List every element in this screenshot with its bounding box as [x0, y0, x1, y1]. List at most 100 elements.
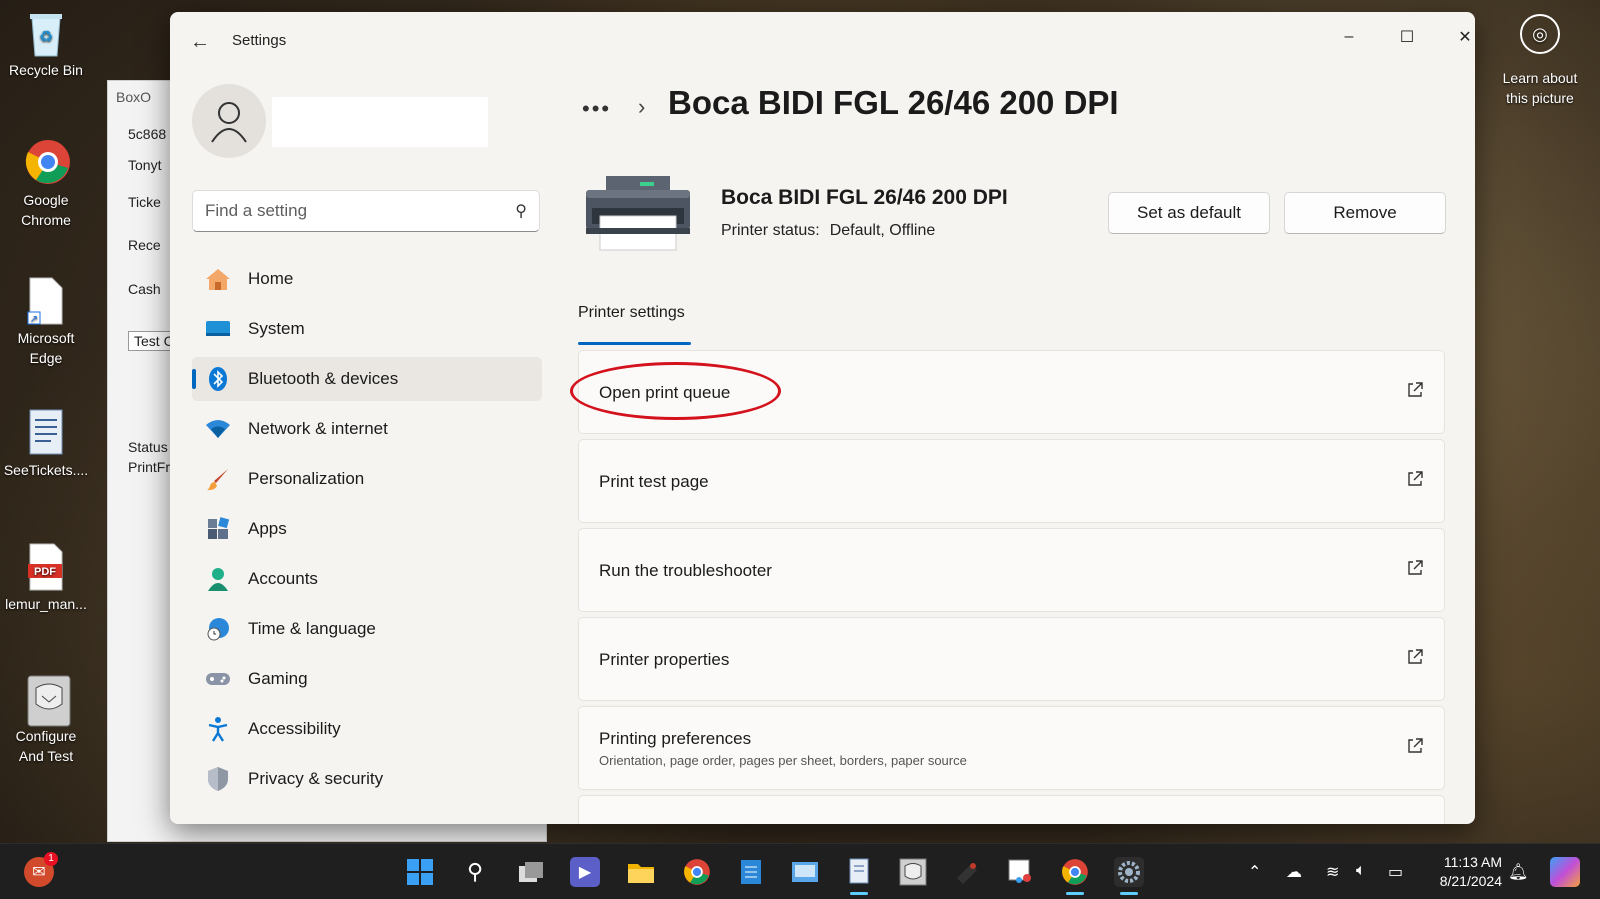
title-bar: ← Settings – ☐ ✕: [170, 12, 1475, 68]
sidebar-item-label: System: [248, 319, 305, 338]
maximize-button[interactable]: ☐: [1384, 22, 1430, 52]
desktop-icon-seetickets[interactable]: SeeTickets....: [2, 408, 90, 480]
app-title: Settings: [232, 32, 287, 49]
pdf-icon: PDF: [24, 542, 68, 591]
system-icon: [204, 315, 232, 343]
desktop-icon-label: lemur_man...: [5, 596, 87, 612]
running-indicator: [850, 892, 868, 895]
recycle-bin-icon: ♻: [24, 8, 68, 57]
battery-icon[interactable]: ▭: [1388, 862, 1403, 882]
desktop-icon-label: Google Chrome: [21, 192, 71, 228]
open-print-queue-item[interactable]: Open print queue: [570, 350, 1445, 434]
sidebar-item-privacy[interactable]: Privacy & security: [192, 757, 542, 801]
svg-text:PDF: PDF: [34, 566, 56, 578]
chrome-taskbar-icon[interactable]: [682, 857, 712, 887]
background-row: Cash: [128, 281, 161, 297]
volume-icon[interactable]: 🔈︎: [1356, 862, 1366, 880]
file-explorer-icon[interactable]: [626, 857, 656, 887]
apps-icon: [204, 515, 232, 543]
background-window-title: BoxO: [116, 89, 152, 105]
notepad-icon[interactable]: [736, 857, 766, 887]
edge-shortcut-icon: ↗: [24, 276, 68, 325]
desktop-icon-recycle-bin[interactable]: ♻ Recycle Bin: [2, 8, 90, 80]
breadcrumb-more-button[interactable]: •••: [582, 96, 611, 122]
sidebar-item-system[interactable]: System: [192, 307, 542, 351]
bell-icon[interactable]: 🔔︎: [1508, 862, 1528, 882]
desktop-icon-chrome[interactable]: Google Chrome: [2, 138, 90, 230]
accounts-icon: [204, 565, 232, 593]
close-button[interactable]: ✕: [1442, 22, 1475, 52]
open-external-icon: [1408, 560, 1423, 575]
search-box[interactable]: ⚲: [192, 190, 540, 232]
settings-taskbar-icon[interactable]: [1114, 857, 1144, 887]
desktop-icon-pdf[interactable]: PDF lemur_man...: [2, 542, 90, 614]
chevron-up-icon[interactable]: ⌃: [1248, 862, 1261, 882]
sidebar-item-bluetooth-devices[interactable]: Bluetooth & devices: [192, 357, 542, 401]
tab-printer-settings[interactable]: Printer settings: [578, 304, 685, 322]
background-row: Tonyt: [128, 157, 162, 173]
avatar[interactable]: [192, 84, 266, 158]
task-view-icon[interactable]: [516, 857, 546, 887]
onedrive-icon[interactable]: ☁: [1286, 862, 1302, 882]
sidebar-item-gaming[interactable]: Gaming: [192, 657, 542, 701]
sidebar-item-time-language[interactable]: Time & language: [192, 607, 542, 651]
teams-icon[interactable]: ▶: [570, 857, 600, 887]
tool-icon[interactable]: [952, 857, 982, 887]
sidebar-item-accounts[interactable]: Accounts: [192, 557, 542, 601]
account-name-box: [272, 97, 488, 147]
clock-time: 11:13 AM: [1443, 854, 1502, 870]
printer-status-value: Default, Offline: [829, 222, 936, 239]
list-item-label: Printing preferences: [599, 729, 752, 748]
sidebar-item-accessibility[interactable]: Accessibility: [192, 707, 542, 751]
back-button[interactable]: ←: [186, 28, 214, 56]
minimize-button[interactable]: –: [1326, 22, 1372, 52]
shield-icon: [204, 765, 232, 793]
printer-properties-item[interactable]: Printer properties: [578, 617, 1445, 701]
wifi-tray-icon[interactable]: ≋: [1326, 862, 1339, 882]
desktop-icon-edge[interactable]: ↗ Microsoft Edge: [2, 276, 90, 368]
sidebar-item-network[interactable]: Network & internet: [192, 407, 542, 451]
sidebar-item-home[interactable]: Home: [192, 257, 542, 301]
list-item-description: Orientation, page order, pages per sheet…: [599, 753, 967, 768]
desktop-icon-configure[interactable]: Configure And Test: [2, 674, 90, 766]
run-troubleshooter-item[interactable]: Run the troubleshooter: [578, 528, 1445, 612]
notification-badge: 1: [44, 852, 58, 866]
copilot-icon[interactable]: [1550, 857, 1580, 887]
printing-preferences-item[interactable]: Printing preferences Orientation, page o…: [578, 706, 1445, 790]
active-app-indicator: [1120, 892, 1138, 895]
print-test-page-item[interactable]: Print test page: [578, 439, 1445, 523]
background-row: PrintFr: [128, 459, 170, 475]
chevron-right-icon: ›: [638, 94, 646, 119]
open-external-icon: [1408, 738, 1423, 753]
list-item-label: Print test page: [599, 472, 709, 491]
printer-name: Boca BIDI FGL 26/46 200 DPI: [721, 186, 1008, 209]
set-as-default-button[interactable]: Set as default: [1108, 192, 1270, 234]
learn-about-picture[interactable]: ◎ Learn about this picture: [1490, 14, 1590, 108]
desktop-icon-label: SeeTickets....: [3, 462, 89, 478]
configure-taskbar-icon[interactable]: [898, 857, 928, 887]
sidebar-item-personalization[interactable]: Personalization: [192, 457, 542, 501]
bluetooth-icon: [204, 365, 232, 393]
clock[interactable]: 11:13 AM 8/21/2024: [1440, 853, 1502, 891]
search-input[interactable]: [205, 200, 495, 222]
sidebar-item-label: Network & internet: [248, 419, 388, 438]
search-icon[interactable]: ⚲: [515, 201, 527, 221]
list-item-partial[interactable]: [578, 795, 1445, 824]
accessibility-icon: [204, 715, 232, 743]
control-panel-icon[interactable]: [790, 857, 820, 887]
document-app-icon[interactable]: [844, 857, 874, 887]
camera-icon: ◎: [1520, 14, 1560, 54]
chrome-icon: [24, 138, 70, 186]
tab-underline: [578, 342, 691, 345]
snipping-tool-icon[interactable]: [1006, 857, 1036, 887]
chrome-profile-taskbar-icon[interactable]: [1060, 857, 1090, 887]
sidebar-item-label: Bluetooth & devices: [248, 369, 399, 388]
sidebar-item-apps[interactable]: Apps: [192, 507, 542, 551]
settings-window: ← Settings – ☐ ✕ ⚲ Home System Bluetooth…: [170, 12, 1475, 824]
remove-button[interactable]: Remove: [1284, 192, 1446, 234]
desktop-icon-label: Configure And Test: [15, 728, 77, 764]
background-row: Status: [128, 439, 168, 455]
search-icon[interactable]: ⚲: [460, 857, 490, 887]
sidebar-item-label: Home: [248, 269, 294, 288]
start-icon[interactable]: [405, 857, 435, 887]
